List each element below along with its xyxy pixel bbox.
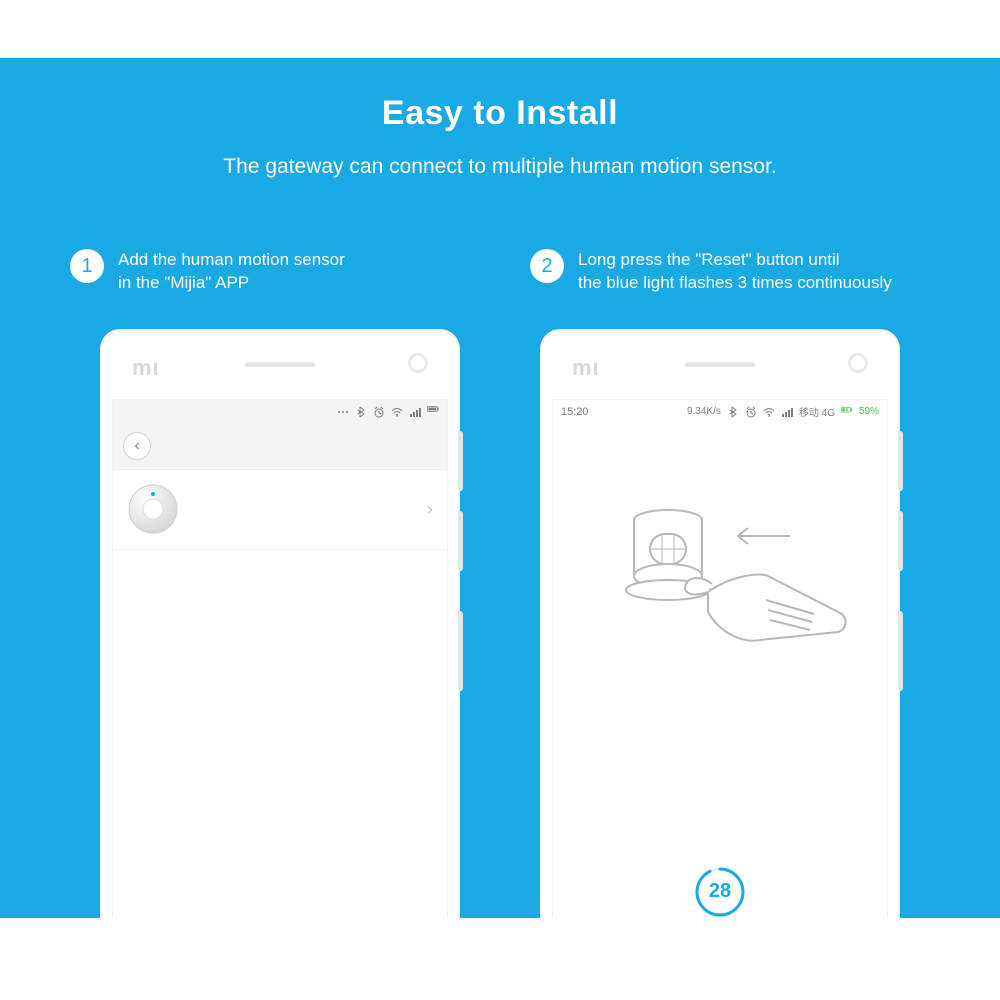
phones-row: mı — [0, 329, 1000, 918]
status-battery-pct: 59% — [859, 406, 879, 417]
step-1-line2: in the "Mijia" APP — [118, 273, 249, 292]
app-nav-bar: ‹ — [113, 424, 447, 470]
wifi-icon — [763, 406, 775, 418]
phone-2-bezel-top: mı — [542, 331, 898, 399]
signal-icon — [781, 406, 793, 418]
step-2-badge: 2 — [530, 249, 564, 283]
reset-illustration — [553, 480, 887, 700]
status-bar — [113, 400, 447, 424]
status-time: 15:20 — [561, 406, 589, 418]
countdown-wrap: 28 — [553, 866, 887, 918]
phone-2-screen: 15:20 9.34K/s — [552, 399, 888, 918]
phone-1-screen: ‹ — [112, 399, 448, 918]
volume-down-button — [898, 511, 903, 571]
status-bar: 15:20 9.34K/s — [553, 400, 887, 424]
signal-icon — [409, 406, 421, 418]
headline: Easy to Install — [0, 94, 1000, 133]
phone-1-bezel-top: mı — [102, 331, 458, 399]
phone-mockup-1: mı — [100, 329, 460, 918]
device-list-item[interactable]: › — [113, 470, 447, 550]
battery-icon — [427, 406, 439, 418]
back-button[interactable]: ‹ — [123, 432, 151, 460]
alarm-icon — [373, 406, 385, 418]
step-1-badge: 1 — [70, 249, 104, 283]
status-network-label: 移动 4G — [799, 404, 835, 419]
earpiece-speaker — [685, 362, 755, 367]
wifi-icon — [391, 406, 403, 418]
front-camera-icon — [408, 353, 428, 373]
motion-sensor-icon — [127, 483, 179, 535]
step-1-line1: Add the human motion sensor — [118, 250, 345, 269]
subheadline: The gateway can connect to multiple huma… — [0, 155, 1000, 179]
step-2: 2 Long press the "Reset" button until th… — [530, 249, 930, 295]
bluetooth-icon — [727, 406, 739, 418]
hero-panel: Easy to Install The gateway can connect … — [0, 58, 1000, 918]
step-1-text: Add the human motion sensor in the "Miji… — [118, 249, 345, 295]
phone-2-body: mı 15:20 9.34K/s — [540, 329, 900, 918]
countdown-ring-icon — [694, 866, 746, 918]
battery-charging-icon — [841, 406, 853, 418]
status-net-speed: 9.34K/s — [687, 406, 721, 417]
step-2-line2: the blue light flashes 3 times continuou… — [578, 273, 892, 292]
mi-logo-icon: mı — [572, 355, 600, 381]
phone-mockup-2: mı 15:20 9.34K/s — [540, 329, 900, 918]
steps-row: 1 Add the human motion sensor in the "Mi… — [0, 249, 1000, 295]
power-button — [458, 611, 463, 691]
mi-logo-icon: mı — [132, 355, 160, 381]
volume-up-button — [458, 431, 463, 491]
volume-up-button — [898, 431, 903, 491]
canvas: Easy to Install The gateway can connect … — [0, 0, 1000, 1000]
step-2-line1: Long press the "Reset" button until — [578, 250, 840, 269]
phone-1-body: mı — [100, 329, 460, 918]
step-1: 1 Add the human motion sensor in the "Mi… — [70, 249, 470, 295]
bluetooth-icon — [355, 406, 367, 418]
alarm-icon — [745, 406, 757, 418]
more-icon — [337, 406, 349, 418]
power-button — [898, 611, 903, 691]
countdown-timer: 28 — [694, 866, 746, 918]
chevron-right-icon: › — [427, 499, 433, 520]
step-2-text: Long press the "Reset" button until the … — [578, 249, 892, 295]
chevron-left-icon: ‹ — [134, 437, 139, 455]
front-camera-icon — [848, 353, 868, 373]
earpiece-speaker — [245, 362, 315, 367]
volume-down-button — [458, 511, 463, 571]
